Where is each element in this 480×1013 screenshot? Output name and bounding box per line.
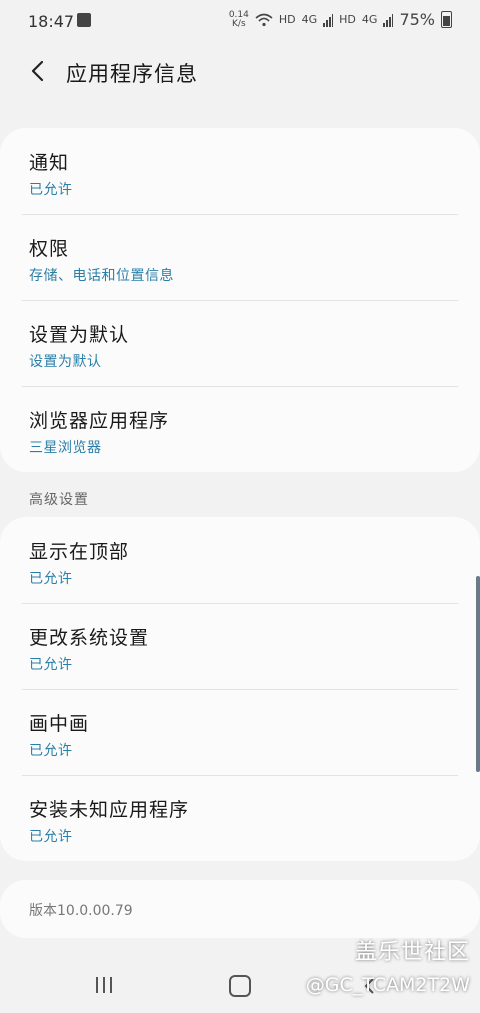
watermark: 盖乐世社区 @GC_TCAM2T2W [306, 934, 470, 996]
status-bar: 18:47 0.14 K/s HD 4G HD 4G 75% [0, 0, 480, 44]
battery-percent: 75% [399, 10, 435, 29]
list-item-subtitle: 已允许 [29, 829, 73, 845]
list-item-subtitle: 存储、电话和位置信息 [29, 268, 174, 284]
signal-label-2: 4G [361, 13, 378, 26]
list-item-subtitle: 已允许 [29, 657, 73, 673]
list-item-title: 更改系统设置 [29, 627, 150, 649]
list-item-title: 通知 [29, 152, 70, 174]
scrollbar[interactable] [476, 576, 480, 772]
recent-apps-icon-bar [110, 977, 112, 993]
list-item-notifications[interactable]: 通知 已允许 [0, 128, 480, 214]
net-speed: 0.14 K/s [229, 10, 249, 29]
signal-label-1: 4G [301, 13, 318, 26]
list-item-title: 权限 [29, 238, 70, 260]
list-item-set-default[interactable]: 设置为默认 设置为默认 [0, 300, 480, 386]
section-title-advanced: 高级设置 [29, 492, 89, 508]
hd-label-1: HD [278, 13, 296, 26]
back-button[interactable] [22, 54, 52, 88]
list-item-browser-app[interactable]: 浏览器应用程序 三星浏览器 [0, 386, 480, 472]
list-item-subtitle: 已允许 [29, 571, 73, 587]
signal-icon-1 [323, 13, 334, 27]
recent-apps-icon-bar [103, 977, 105, 993]
watermark-title: 盖乐世社区 [354, 940, 470, 965]
list-item-permissions[interactable]: 权限 存储、电话和位置信息 [0, 214, 480, 300]
advanced-settings-card: 显示在顶部 已允许 更改系统设置 已允许 画中画 已允许 安装未知应用程序 已允… [0, 517, 480, 861]
list-item-title: 设置为默认 [29, 324, 130, 346]
recent-apps-icon [96, 977, 98, 993]
version-card: 版本10.0.00.79 [0, 880, 480, 938]
list-item-title: 显示在顶部 [29, 541, 130, 563]
list-item-title: 画中画 [29, 713, 90, 735]
list-item-modify-system-settings[interactable]: 更改系统设置 已允许 [0, 603, 480, 689]
net-speed-unit: K/s [232, 18, 246, 29]
wifi-icon [255, 13, 273, 26]
version-text: 版本10.0.00.79 [29, 903, 133, 919]
chevron-left-icon [31, 60, 44, 82]
battery-icon [441, 11, 452, 28]
list-item-install-unknown-apps[interactable]: 安装未知应用程序 已允许 [0, 775, 480, 861]
list-item-display-on-top[interactable]: 显示在顶部 已允许 [0, 517, 480, 603]
status-icons: 0.14 K/s HD 4G HD 4G 75% [229, 10, 452, 29]
list-item-subtitle: 三星浏览器 [29, 440, 102, 456]
list-item-picture-in-picture[interactable]: 画中画 已允许 [0, 689, 480, 775]
app-bar: 应用程序信息 [0, 44, 480, 100]
status-time: 18:47 [28, 12, 75, 31]
home-button[interactable] [229, 975, 251, 997]
page-title: 应用程序信息 [66, 62, 198, 86]
list-item-title: 安装未知应用程序 [29, 799, 190, 821]
list-item-subtitle: 设置为默认 [29, 354, 102, 370]
recent-apps-button[interactable] [96, 977, 112, 993]
list-item-title: 浏览器应用程序 [29, 410, 170, 432]
signal-icon-2 [383, 13, 394, 27]
hd-label-2: HD [339, 13, 356, 26]
watermark-handle: @GC_TCAM2T2W [305, 974, 470, 996]
app-info-card: 通知 已允许 权限 存储、电话和位置信息 设置为默认 设置为默认 浏览器应用程序… [0, 128, 480, 472]
list-item-subtitle: 已允许 [29, 182, 73, 198]
list-item-subtitle: 已允许 [29, 743, 73, 759]
image-notification-icon [77, 13, 91, 27]
